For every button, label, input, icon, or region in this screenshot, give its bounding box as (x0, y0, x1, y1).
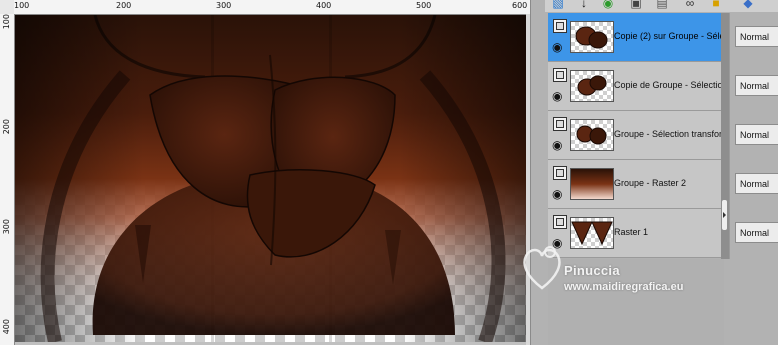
eye-icon[interactable]: ◉ (552, 90, 568, 102)
layer-list: ◉ Copie (2) sur Groupe - Sélection ◉ Cop… (548, 13, 724, 259)
ruler-top-label: 200 (116, 1, 132, 10)
ruler-top-label: 100 (14, 1, 30, 10)
watermark: Pinuccia www.maidiregrafica.eu (520, 236, 730, 306)
artwork-svg (15, 15, 528, 342)
ruler-top-label: 400 (316, 1, 332, 10)
ruler-corner (0, 0, 15, 15)
layer-row-copie-groupe[interactable]: ◉ Copie de Groupe - Sélection (548, 62, 724, 111)
layer-row-raster-2[interactable]: ◉ Groupe - Raster 2 (548, 160, 724, 209)
layer-group-icon[interactable] (553, 19, 567, 33)
layer-name: Groupe - Sélection transformée (614, 129, 724, 139)
layer-thumbnail (570, 21, 614, 53)
layer-thumbnail (570, 70, 614, 102)
blend-mode-select[interactable]: Normal (735, 222, 778, 243)
mask-icon[interactable]: ▣ (629, 0, 643, 10)
link-icon[interactable]: ∞ (683, 0, 697, 10)
panel-divider (729, 13, 730, 259)
layer-thumbnail (570, 119, 614, 151)
watermark-name: Pinuccia (564, 263, 620, 278)
ruler-top-label: 500 (416, 1, 432, 10)
blend-mode-select[interactable]: Normal (735, 173, 778, 194)
layer-row-copie-2[interactable]: ◉ Copie (2) sur Groupe - Sélection (548, 13, 724, 62)
trash-icon[interactable]: ▤ (655, 0, 669, 10)
splitter-grip-icon[interactable] (722, 200, 727, 230)
blend-mode-select[interactable]: Normal (735, 75, 778, 96)
visibility-eye-icon[interactable]: ◉ (601, 0, 615, 10)
heart-logo-icon (523, 246, 561, 290)
lock-icon[interactable]: ■ (709, 0, 723, 10)
blend-mode-select[interactable]: Normal (735, 124, 778, 145)
blend-mode-select[interactable]: Normal (735, 26, 778, 47)
layers-panel-icon[interactable]: ▧ (551, 0, 565, 10)
layer-group-icon[interactable] (553, 117, 567, 131)
layer-row-groupe-selection[interactable]: ◉ Groupe - Sélection transformée (548, 111, 724, 160)
image-canvas-area[interactable]: 100 200 300 400 500 600 100 200 300 400 (0, 0, 530, 345)
artwork-image[interactable] (15, 15, 528, 342)
thumbnail-fragment-svg (577, 75, 607, 96)
horizontal-ruler: 100 200 300 400 500 600 (14, 0, 530, 15)
eye-icon[interactable]: ◉ (552, 41, 568, 53)
vertical-ruler: 100 200 300 400 (0, 14, 15, 345)
watermark-url: www.maidiregrafica.eu (564, 281, 684, 293)
layer-group-icon[interactable] (553, 215, 567, 229)
layer-name: Groupe - Raster 2 (614, 178, 687, 188)
layer-name: Copie (2) sur Groupe - Sélection (614, 31, 724, 41)
thumbnail-fragment-svg (576, 125, 607, 145)
ruler-left-label: 400 (2, 319, 11, 335)
ruler-top-label: 600 (512, 1, 528, 10)
thumbnail-gradient-svg (571, 169, 613, 199)
ruler-top-label: 300 (216, 1, 232, 10)
panel-splitter[interactable] (721, 13, 729, 259)
layer-group-icon[interactable] (553, 166, 567, 180)
layer-thumbnail (570, 168, 614, 200)
eye-icon[interactable]: ◉ (552, 188, 568, 200)
ruler-left-label: 200 (2, 119, 11, 135)
ruler-left-label: 300 (2, 219, 11, 235)
layer-group-icon[interactable] (553, 68, 567, 82)
thumbnail-fragment-svg (575, 26, 608, 49)
layers-toolbar: ▧ ↓ ◉ ▣ ▤ ∞ ■ ◆ (545, 0, 778, 12)
eye-icon[interactable]: ◉ (552, 139, 568, 151)
ruler-left-label: 100 (2, 14, 11, 30)
shield-icon[interactable]: ◆ (741, 0, 755, 10)
layer-name: Copie de Groupe - Sélection (614, 80, 724, 90)
download-arrow-icon[interactable]: ↓ (577, 0, 591, 10)
